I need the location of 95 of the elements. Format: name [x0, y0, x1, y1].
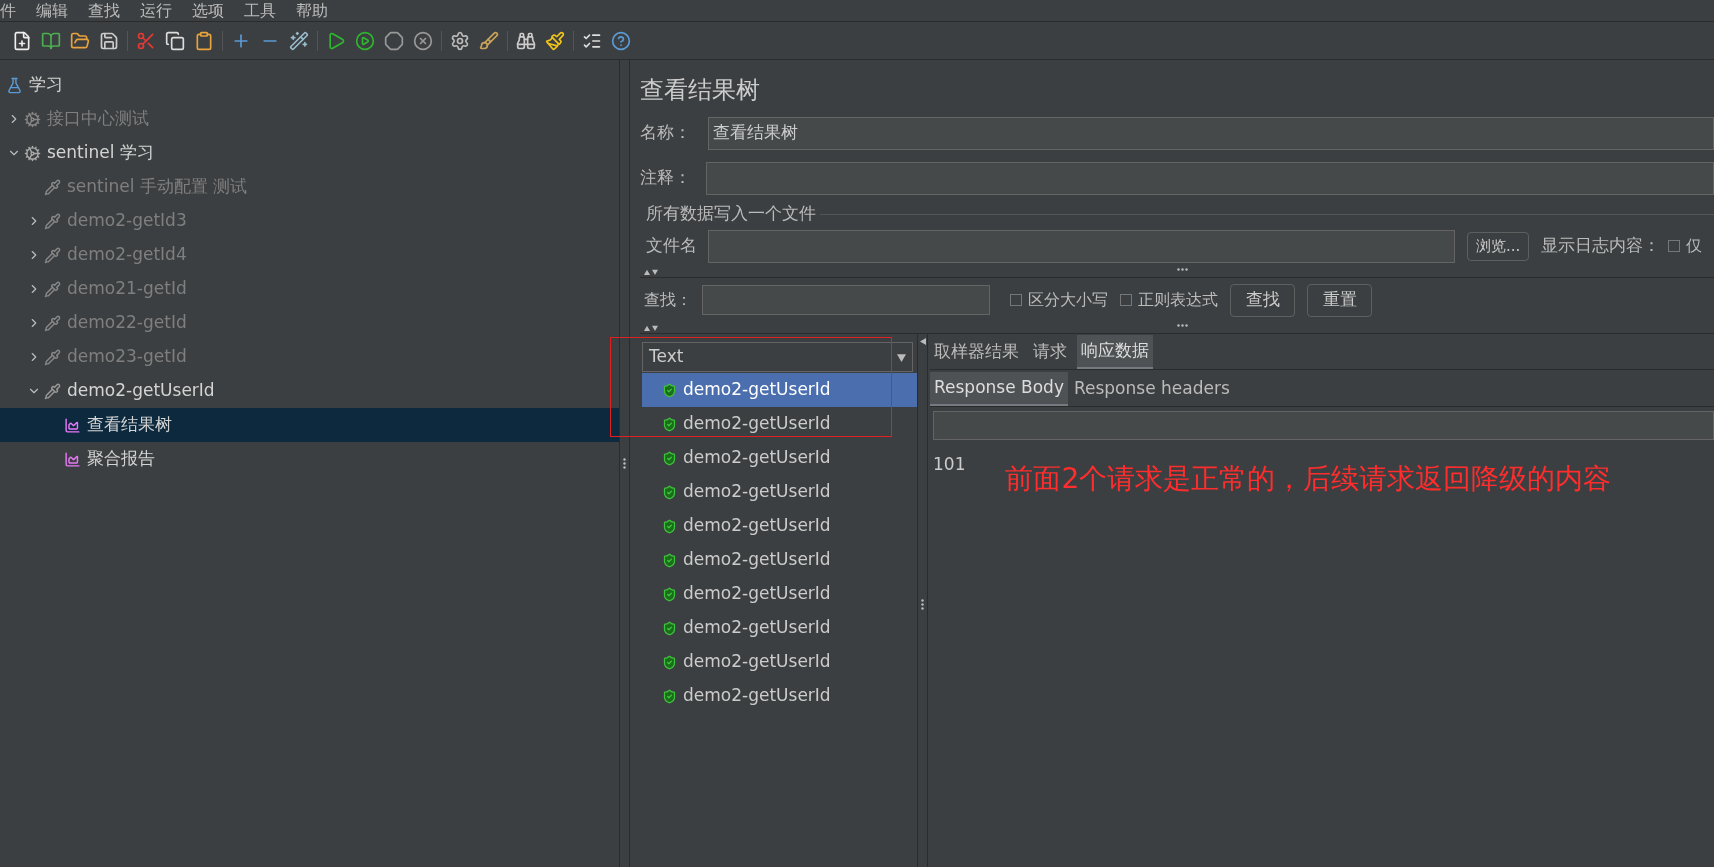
- new-file-icon[interactable]: [12, 30, 32, 51]
- tree-item[interactable]: 学习: [0, 68, 619, 102]
- checkbox[interactable]: 区分大小写: [1010, 288, 1108, 312]
- copy-icon[interactable]: [165, 30, 185, 51]
- panel-title: 查看结果树: [640, 75, 761, 106]
- dropdown-caret-icon[interactable]: [897, 352, 906, 362]
- drag-handle-icon[interactable]: [623, 458, 626, 469]
- menu-item[interactable]: 工具: [244, 2, 276, 19]
- result-item[interactable]: demo2-getUserId: [642, 543, 917, 577]
- pipette-icon: [44, 246, 61, 264]
- flask-icon: [6, 76, 23, 94]
- result-item[interactable]: demo2-getUserId: [642, 441, 917, 475]
- tree-item[interactable]: demo2-getUserId: [0, 374, 619, 408]
- search-bar-field[interactable]: [933, 411, 1714, 440]
- shield-check-icon: [662, 620, 677, 636]
- comment-field[interactable]: [706, 161, 1714, 195]
- checkbox[interactable]: 正则表达式: [1120, 288, 1218, 312]
- play-circle-icon[interactable]: [355, 30, 375, 51]
- shield-check-icon: [662, 654, 677, 670]
- name-field[interactable]: 查看结果树: [708, 116, 1714, 150]
- gear-icon: [24, 144, 41, 162]
- shield-check-icon: [662, 552, 677, 568]
- menu-item[interactable]: 选项: [192, 2, 224, 19]
- menu-item[interactable]: 查找: [88, 2, 120, 19]
- result-item[interactable]: demo2-getUserId: [642, 577, 917, 611]
- binoculars-icon[interactable]: [516, 30, 536, 51]
- pipette-icon: [44, 212, 61, 230]
- drag-handle-icon[interactable]: [921, 598, 924, 610]
- log-content-label: 显示日志内容：: [1541, 234, 1661, 258]
- shield-check-icon: [662, 382, 677, 398]
- splitter-handle-icon[interactable]: [1177, 324, 1188, 327]
- response-body-text: 101: [933, 453, 966, 476]
- field-label: 名称：: [640, 121, 692, 145]
- browse-button[interactable]: 浏览...: [1467, 231, 1530, 261]
- checkbox[interactable]: 仅: [1668, 234, 1703, 258]
- scissors-icon[interactable]: [136, 30, 156, 51]
- field-label: 注释：: [640, 166, 692, 190]
- wand-icon[interactable]: [289, 30, 309, 51]
- tab[interactable]: 取样器结果: [930, 335, 1023, 369]
- search-field[interactable]: [702, 285, 990, 315]
- menu-item[interactable]: 运行: [140, 2, 172, 19]
- pipette-icon: [44, 280, 61, 298]
- chart-icon: [64, 416, 81, 434]
- field-label: 文件名: [646, 234, 698, 258]
- shield-check-icon: [662, 450, 677, 466]
- search-button[interactable]: 查找: [1230, 283, 1295, 317]
- field-label: 查找：: [644, 289, 693, 311]
- shield-check-icon: [662, 688, 677, 704]
- down-arrow-icon[interactable]: [652, 324, 658, 331]
- chart-icon: [64, 450, 81, 468]
- pipette-icon: [44, 178, 61, 196]
- tab[interactable]: 请求: [1029, 335, 1071, 369]
- annotation-text: 前面2个请求是正常的，后续请求返回降级的内容: [1005, 461, 1612, 497]
- stop-sign-icon[interactable]: [384, 30, 404, 51]
- menu-item[interactable]: 件: [0, 2, 16, 19]
- renderer-dropdown[interactable]: Text: [642, 342, 913, 372]
- collapse-arrow-icon[interactable]: [919, 338, 926, 345]
- file-name-field[interactable]: [708, 229, 1455, 263]
- help-icon[interactable]: [611, 30, 631, 51]
- result-item[interactable]: demo2-getUserId: [642, 645, 917, 679]
- tab[interactable]: 响应数据: [1077, 335, 1153, 369]
- pipette-icon: [44, 382, 61, 400]
- book-icon[interactable]: [41, 30, 61, 51]
- tab[interactable]: Response headers: [1069, 372, 1234, 406]
- folder-icon[interactable]: [70, 30, 90, 51]
- gear-icon[interactable]: [450, 30, 470, 51]
- tree-item[interactable]: 聚合报告: [0, 442, 619, 476]
- shield-check-icon: [662, 416, 677, 432]
- pipette-icon: [44, 348, 61, 366]
- search-button[interactable]: 重置: [1307, 283, 1372, 317]
- result-item[interactable]: demo2-getUserId: [642, 373, 917, 407]
- clipboard-icon[interactable]: [194, 30, 214, 51]
- menu-item[interactable]: 帮助: [296, 2, 328, 19]
- shield-check-icon: [662, 518, 677, 534]
- x-circle-icon[interactable]: [413, 30, 433, 51]
- tree-item[interactable]: 查看结果树: [0, 408, 619, 442]
- result-item[interactable]: demo2-getUserId: [642, 509, 917, 543]
- down-arrow-icon[interactable]: [652, 268, 658, 275]
- menu-item[interactable]: 编辑: [36, 2, 68, 19]
- brush-icon[interactable]: [545, 30, 565, 51]
- shield-check-icon: [662, 586, 677, 602]
- pipette-icon: [44, 314, 61, 332]
- tree-item[interactable]: sentinel 学习: [0, 136, 619, 170]
- up-arrow-icon[interactable]: [644, 268, 650, 275]
- tab[interactable]: Response Body: [930, 372, 1068, 406]
- result-item[interactable]: demo2-getUserId: [642, 679, 917, 713]
- result-item[interactable]: demo2-getUserId: [642, 407, 917, 441]
- gear-icon: [24, 110, 41, 128]
- result-item[interactable]: demo2-getUserId: [642, 611, 917, 645]
- shield-check-icon: [662, 484, 677, 500]
- group-title: 所有数据写入一个文件: [646, 202, 816, 226]
- result-item[interactable]: demo2-getUserId: [642, 475, 917, 509]
- up-arrow-icon[interactable]: [644, 324, 650, 331]
- splitter-handle-icon[interactable]: [1177, 268, 1188, 271]
- play-icon[interactable]: [326, 30, 346, 51]
